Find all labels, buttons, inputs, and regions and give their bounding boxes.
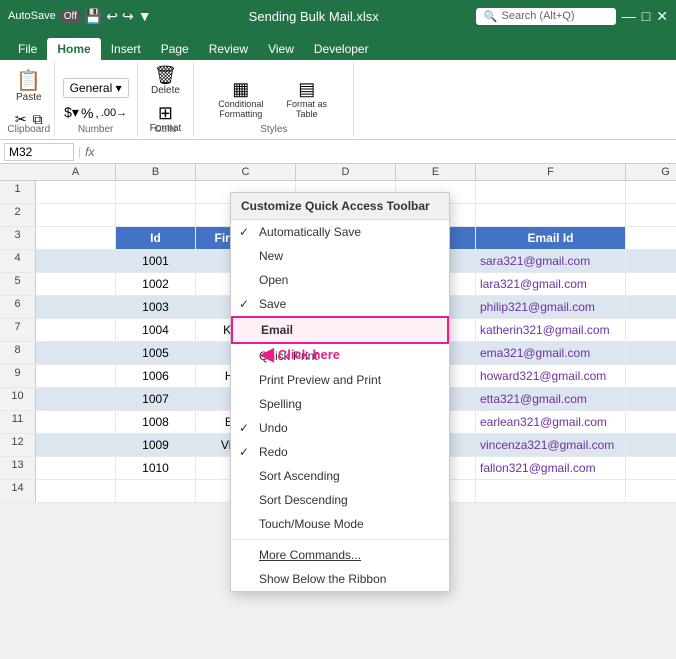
- menu-item-print-preview[interactable]: Print Preview and Print: [231, 368, 449, 392]
- title-bar-left: AutoSave Off 💾 ↩ ↪ ▼: [8, 8, 152, 25]
- autosave-toggle[interactable]: Off: [60, 10, 81, 23]
- format-as-table-icon: ▤: [298, 80, 315, 98]
- tab-developer[interactable]: Developer: [304, 38, 379, 60]
- menu-item-quick-print[interactable]: Quick Print: [231, 344, 449, 368]
- maximize-icon[interactable]: □: [642, 8, 650, 24]
- col-header-g: G: [626, 164, 676, 180]
- menu-item-more-commands[interactable]: More Commands...: [231, 543, 449, 567]
- dollar-icon[interactable]: $▾: [64, 104, 79, 121]
- search-placeholder: Search (Alt+Q): [502, 10, 575, 22]
- tab-review[interactable]: Review: [199, 38, 258, 60]
- format-icon: ⊞: [158, 104, 173, 122]
- name-box[interactable]: [4, 143, 74, 161]
- menu-item-sort-descending[interactable]: Sort Descending: [231, 488, 449, 512]
- paste-button[interactable]: 📋 Paste: [12, 69, 46, 105]
- menu-item-open[interactable]: Open: [231, 268, 449, 292]
- delete-button[interactable]: 🗑 Delete: [147, 64, 184, 98]
- formula-bar: | fx: [0, 140, 676, 164]
- tab-insert[interactable]: Insert: [101, 38, 151, 60]
- cells-group: 🗑 Delete ⊞ Format Cells: [138, 62, 195, 137]
- ribbon-tabs: File Home Insert Page Review View Develo…: [0, 32, 676, 60]
- clipboard-group: 📋 Paste ✂ ⧉ Clipboard: [4, 62, 55, 137]
- menu-item-redo[interactable]: Redo: [231, 440, 449, 464]
- col-header-b: B: [116, 164, 196, 180]
- clipboard-label: Clipboard: [7, 124, 50, 135]
- menu-item-touch-mode[interactable]: Touch/Mouse Mode: [231, 512, 449, 536]
- tab-view[interactable]: View: [258, 38, 304, 60]
- cells-label: Cells: [154, 124, 176, 135]
- col-header-a: A: [36, 164, 116, 180]
- menu-item-save[interactable]: Save: [231, 292, 449, 316]
- menu-item-auto-save[interactable]: Automatically Save: [231, 220, 449, 244]
- dropdown-separator: [231, 539, 449, 540]
- spreadsheet-wrapper: A B C D E F G 1 2: [0, 164, 676, 503]
- title-bar: AutoSave Off 💾 ↩ ↪ ▼ Sending Bulk Mail.x…: [0, 0, 676, 32]
- quick-access-dropdown: Customize Quick Access Toolbar Automatic…: [230, 192, 450, 592]
- col-header-f: F: [476, 164, 626, 180]
- ribbon: 📋 Paste ✂ ⧉ Clipboard General ▾ $▾ % , .…: [0, 60, 676, 140]
- header-id[interactable]: Id: [116, 227, 196, 249]
- menu-item-show-below[interactable]: Show Below the Ribbon: [231, 567, 449, 591]
- conditional-formatting-button[interactable]: ▦ Conditional Formatting: [211, 78, 271, 121]
- format-dropdown[interactable]: General ▾: [63, 78, 129, 98]
- menu-item-spelling[interactable]: Spelling: [231, 392, 449, 416]
- header-email[interactable]: Email Id: [476, 227, 626, 249]
- number-label: Number: [78, 124, 114, 135]
- title-bar-right: 🔍 Search (Alt+Q) — □ ✕: [476, 8, 668, 25]
- autosave-badge: AutoSave Off: [8, 10, 81, 23]
- redo-icon[interactable]: ↪: [122, 8, 134, 25]
- dropdown-title: Customize Quick Access Toolbar: [231, 193, 449, 220]
- menu-item-sort-ascending[interactable]: Sort Ascending: [231, 464, 449, 488]
- column-headers: A B C D E F G: [0, 164, 676, 181]
- save-icon[interactable]: 💾: [85, 8, 102, 25]
- col-header-d: D: [296, 164, 396, 180]
- search-icon: 🔍: [484, 10, 498, 23]
- styles-group: ▦ Conditional Formatting ▤ Format as Tab…: [194, 62, 354, 137]
- comma-icon[interactable]: ,: [95, 106, 98, 120]
- col-header-c: C: [196, 164, 296, 180]
- close-icon[interactable]: ✕: [656, 8, 668, 25]
- customize-icon[interactable]: ▼: [138, 8, 152, 24]
- number-group: General ▾ $▾ % , .00→ Number: [55, 62, 138, 137]
- title-bar-filename: Sending Bulk Mail.xlsx: [152, 9, 476, 24]
- search-box[interactable]: 🔍 Search (Alt+Q): [476, 8, 616, 25]
- menu-item-email[interactable]: Email: [231, 316, 449, 344]
- formula-input[interactable]: [98, 145, 672, 159]
- styles-label: Styles: [260, 124, 287, 135]
- undo-icon[interactable]: ↩: [106, 8, 118, 25]
- tab-home[interactable]: Home: [47, 38, 100, 60]
- menu-item-new[interactable]: New: [231, 244, 449, 268]
- conditional-formatting-icon: ▦: [232, 80, 249, 98]
- paste-icon: 📋: [16, 71, 41, 91]
- percent-icon[interactable]: %: [81, 105, 93, 121]
- tab-file[interactable]: File: [8, 38, 47, 60]
- delete-icon: 🗑: [154, 66, 177, 84]
- format-as-table-button[interactable]: ▤ Format as Table: [277, 78, 337, 121]
- tab-page[interactable]: Page: [151, 38, 199, 60]
- autosave-label: AutoSave: [8, 10, 56, 22]
- minimize-icon[interactable]: —: [622, 8, 636, 24]
- col-header-e: E: [396, 164, 476, 180]
- menu-item-undo[interactable]: Undo: [231, 416, 449, 440]
- decrease-decimal-icon[interactable]: .00→: [101, 107, 127, 119]
